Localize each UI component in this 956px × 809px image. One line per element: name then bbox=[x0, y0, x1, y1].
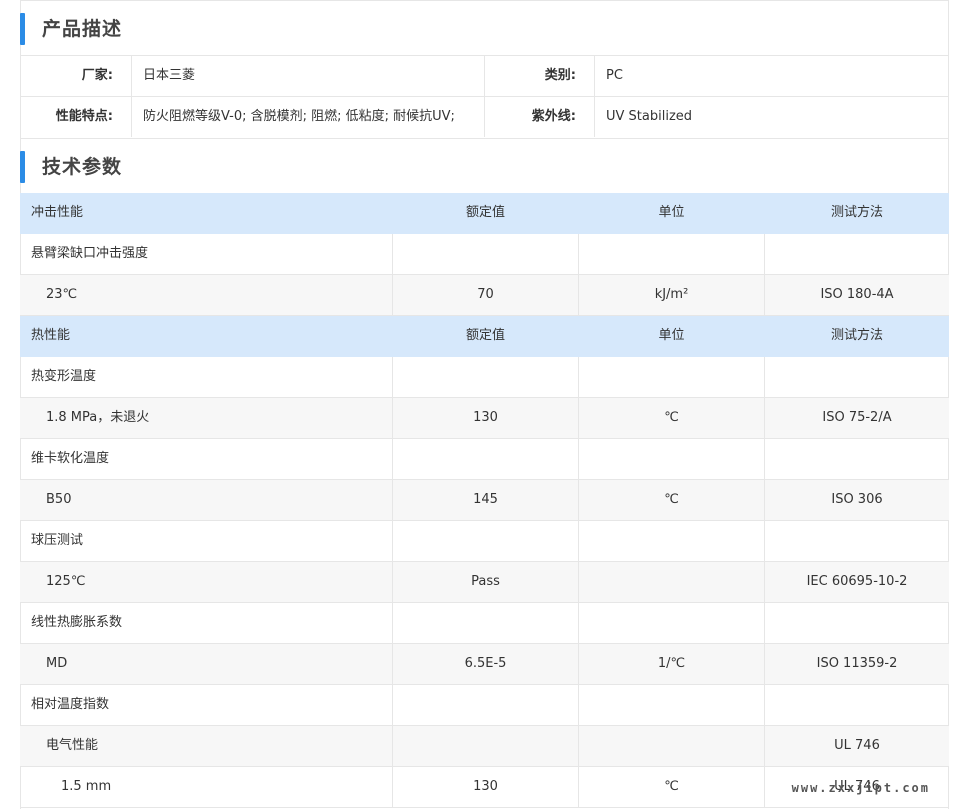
test-method-cell: ISO 306 bbox=[764, 480, 949, 520]
test-method-cell bbox=[764, 521, 949, 561]
column-header-c2: 单位 bbox=[578, 193, 764, 233]
section-title: 技术参数 bbox=[42, 156, 123, 178]
test-method-cell: IEC 60695-10-2 bbox=[764, 562, 949, 602]
test-method-cell: ISO 75-2/A bbox=[764, 398, 949, 438]
watermark-text: www.zxxjipt.com bbox=[791, 781, 930, 795]
table-row: 125℃ Pass IEC 60695-10-2 bbox=[20, 562, 949, 603]
rated-value-cell: 70 bbox=[392, 275, 578, 315]
table-row: 相对温度指数 bbox=[20, 685, 949, 726]
test-method-cell: ISO 180-4A bbox=[764, 275, 949, 315]
description-key: 类别: bbox=[485, 56, 595, 96]
unit-cell: ℃ bbox=[578, 398, 764, 438]
param-name-cell: 球压测试 bbox=[31, 533, 84, 548]
test-method-cell: ISO 11359-2 bbox=[764, 644, 949, 684]
table-row: 球压测试 bbox=[20, 521, 949, 562]
table-row: MD 6.5E-5 1/℃ ISO 11359-2 bbox=[20, 644, 949, 685]
description-value: UV Stabilized bbox=[606, 109, 693, 124]
rated-value-cell: 130 bbox=[392, 398, 578, 438]
table-row: 电气性能 UL 746 bbox=[20, 726, 949, 767]
section-header-tech: 技术参数 bbox=[20, 138, 949, 193]
section-header-description: 产品描述 bbox=[20, 0, 949, 55]
unit-cell bbox=[578, 562, 764, 602]
table-row: 维卡软化温度 bbox=[20, 439, 949, 480]
column-header-c3: 测试方法 bbox=[764, 316, 949, 356]
unit-cell: ℃ bbox=[578, 480, 764, 520]
rated-value-cell bbox=[392, 439, 578, 479]
test-method-cell bbox=[764, 439, 949, 479]
rated-value-cell bbox=[392, 234, 578, 274]
param-name-cell: 1.8 MPa，未退火 bbox=[46, 410, 150, 425]
unit-cell bbox=[578, 603, 764, 643]
column-header-c1: 额定值 bbox=[392, 316, 578, 356]
section-title: 产品描述 bbox=[42, 18, 123, 40]
rated-value-cell: 145 bbox=[392, 480, 578, 520]
unit-cell bbox=[578, 357, 764, 397]
test-method-cell bbox=[764, 603, 949, 643]
unit-cell bbox=[578, 726, 764, 766]
rated-value-cell bbox=[392, 726, 578, 766]
table-row: 悬臂梁缺口冲击强度 bbox=[20, 234, 949, 275]
param-name-cell: 维卡软化温度 bbox=[31, 451, 110, 466]
table-row: 线性热膨胀系数 bbox=[20, 603, 949, 644]
table-header-row: 热性能 额定值 单位 测试方法 bbox=[20, 316, 949, 357]
unit-cell: ℃ bbox=[578, 767, 764, 807]
param-name-cell: MD bbox=[46, 656, 68, 671]
table-row: 1.8 MPa，未退火 130 ℃ ISO 75-2/A bbox=[20, 398, 949, 439]
description-value: 防火阻燃等级V-0; 含脱模剂; 阻燃; 低粘度; 耐候抗UV; bbox=[132, 97, 485, 137]
description-key: 性能特点: bbox=[20, 97, 132, 137]
description-key: 厂家: bbox=[20, 56, 132, 96]
rated-value-cell bbox=[392, 603, 578, 643]
test-method-cell bbox=[764, 357, 949, 397]
rated-value-cell: 130 bbox=[392, 767, 578, 807]
description-row: 性能特点: 防火阻燃等级V-0; 含脱模剂; 阻燃; 低粘度; 耐候抗UV; 紫… bbox=[20, 96, 949, 137]
table-row: B50 145 ℃ ISO 306 bbox=[20, 480, 949, 521]
rated-value-cell bbox=[392, 357, 578, 397]
tech-params-table: 冲击性能 额定值 单位 测试方法 悬臂梁缺口冲击强度 23℃ 70 kJ/m² ISO 180-… bbox=[20, 193, 949, 808]
column-header-c2: 单位 bbox=[578, 316, 764, 356]
param-name-cell: 125℃ bbox=[46, 574, 86, 589]
param-name-cell: 相对温度指数 bbox=[31, 697, 110, 712]
param-name-cell: 电气性能 bbox=[46, 738, 99, 753]
section-accent-bar bbox=[20, 13, 25, 45]
rated-value-cell: Pass bbox=[392, 562, 578, 602]
rated-value-cell: 6.5E-5 bbox=[392, 644, 578, 684]
table-header-row: 冲击性能 额定值 单位 测试方法 bbox=[20, 193, 949, 234]
unit-cell bbox=[578, 685, 764, 725]
param-name-cell: 1.5 mm bbox=[61, 779, 112, 794]
column-header-c0: 热性能 bbox=[31, 328, 71, 343]
table-row: 热变形温度 bbox=[20, 357, 949, 398]
description-value: 日本三菱 bbox=[132, 56, 485, 96]
unit-cell: 1/℃ bbox=[578, 644, 764, 684]
rated-value-cell bbox=[392, 521, 578, 561]
test-method-cell: UL 746 bbox=[764, 726, 949, 766]
description-value: PC bbox=[606, 68, 623, 83]
unit-cell bbox=[578, 439, 764, 479]
test-method-cell bbox=[764, 234, 949, 274]
test-method-cell bbox=[764, 685, 949, 725]
rated-value-cell bbox=[392, 685, 578, 725]
param-name-cell: 热变形温度 bbox=[31, 369, 97, 384]
description-table: 厂家: 日本三菱 类别: PC 性能特点: 防火阻燃等级V-0; 含脱模剂; 阻… bbox=[20, 55, 949, 137]
unit-cell bbox=[578, 521, 764, 561]
table-row: 23℃ 70 kJ/m² ISO 180-4A bbox=[20, 275, 949, 316]
description-row: 厂家: 日本三菱 类别: PC bbox=[20, 55, 949, 96]
column-header-c3: 测试方法 bbox=[764, 193, 949, 233]
description-key: 紫外线: bbox=[485, 97, 595, 137]
param-name-cell: 悬臂梁缺口冲击强度 bbox=[31, 246, 149, 261]
column-header-c0: 冲击性能 bbox=[31, 205, 84, 220]
unit-cell bbox=[578, 234, 764, 274]
unit-cell: kJ/m² bbox=[578, 275, 764, 315]
param-name-cell: B50 bbox=[46, 492, 72, 507]
column-header-c1: 额定值 bbox=[392, 193, 578, 233]
param-name-cell: 线性热膨胀系数 bbox=[31, 615, 123, 630]
param-name-cell: 23℃ bbox=[46, 287, 78, 302]
section-accent-bar bbox=[20, 151, 25, 183]
